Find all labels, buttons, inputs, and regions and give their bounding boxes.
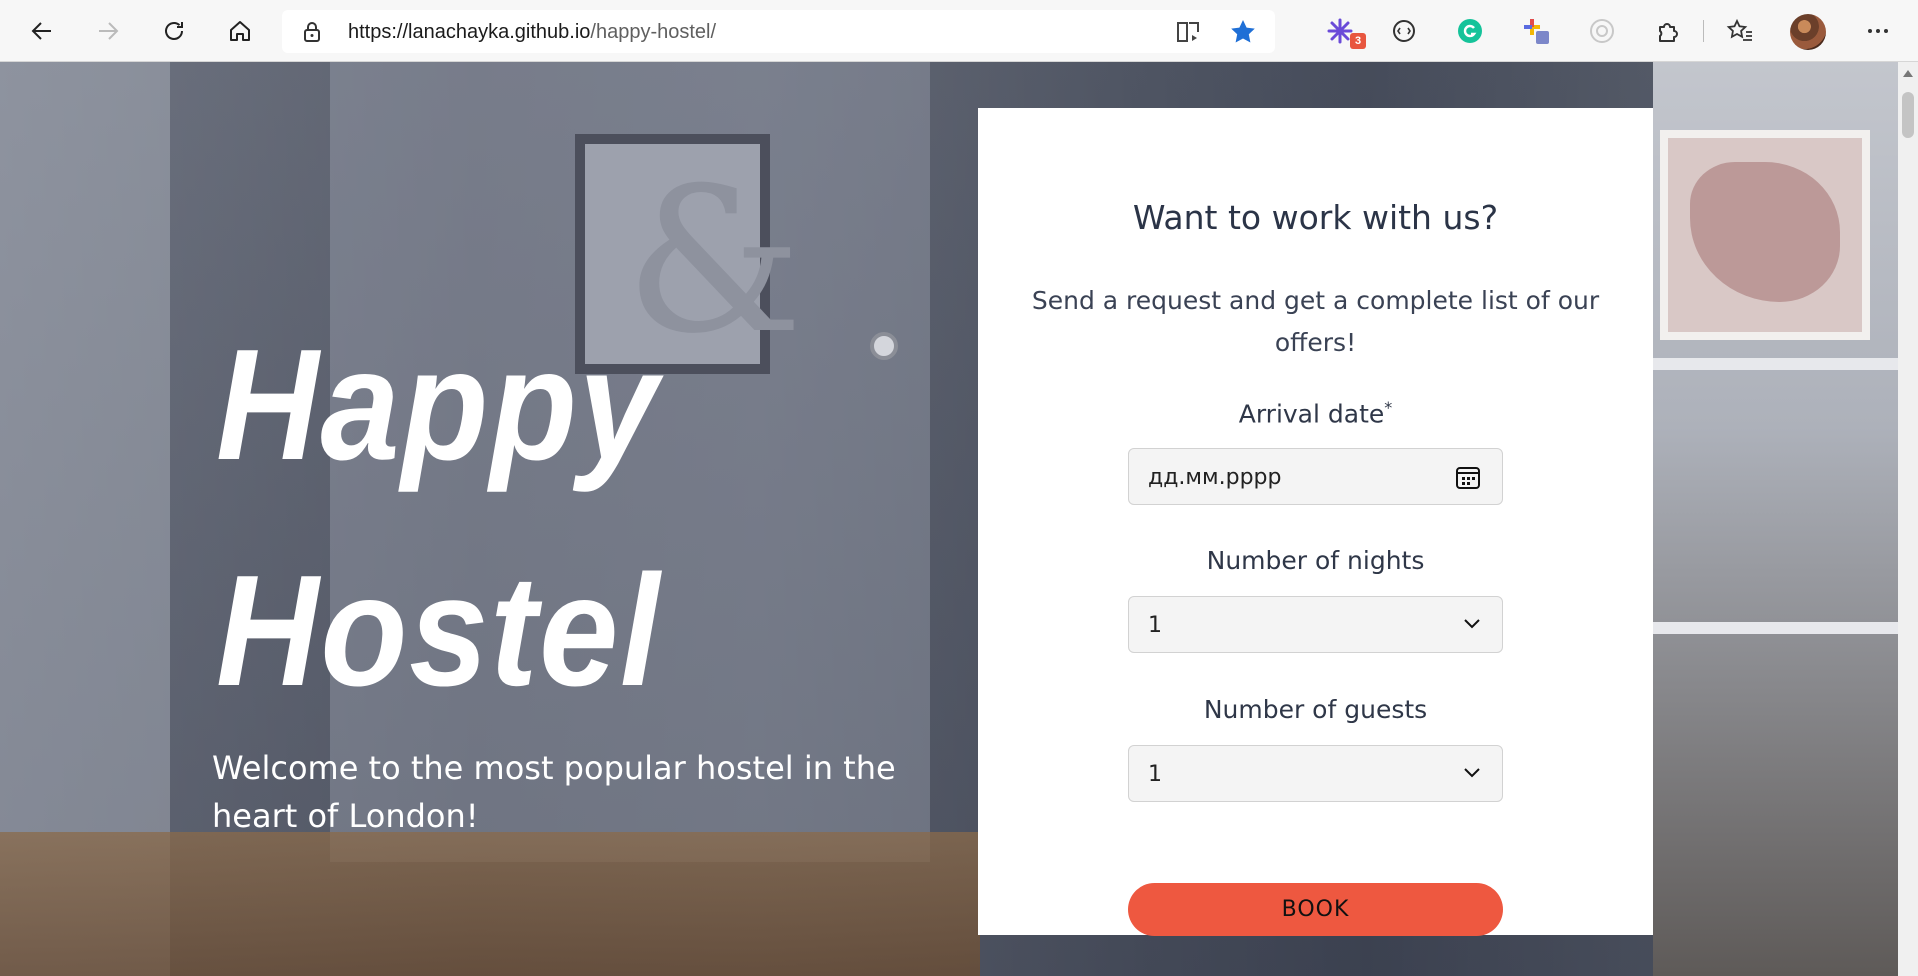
url-domain: https://lanachayka.github.io [348, 21, 591, 43]
favorite-star-icon[interactable] [1229, 18, 1257, 46]
forward-icon [99, 22, 119, 40]
scrollbar-thumb[interactable] [1902, 92, 1914, 138]
extension-color-icon [1524, 19, 1549, 44]
extension-gray-button[interactable] [1582, 11, 1622, 51]
back-icon [31, 22, 51, 40]
hero-title-line2: Hostel [216, 543, 662, 719]
arrival-date-input[interactable]: дд.мм.рррр [1128, 448, 1503, 505]
back-button[interactable] [22, 11, 62, 51]
favorites-button[interactable] [1720, 11, 1760, 51]
favorites-icon [1726, 18, 1752, 41]
home-icon [230, 21, 250, 41]
booking-form-card: Want to work with us? Send a request and… [978, 108, 1653, 936]
extension-gray-icon [1590, 19, 1614, 43]
extension-color-button[interactable] [1516, 11, 1556, 51]
lock-icon[interactable] [302, 21, 322, 43]
hero-background-shelf [1653, 622, 1898, 634]
nights-selected-value: 1 [1148, 613, 1162, 638]
required-mark: * [1384, 398, 1393, 417]
book-button[interactable]: BOOK [1128, 883, 1503, 936]
arrival-date-label-text: Arrival date [1238, 399, 1385, 429]
profile-avatar[interactable] [1790, 14, 1826, 50]
refresh-icon [165, 22, 183, 40]
arrival-date-placeholder: дд.мм.рррр [1148, 465, 1282, 490]
form-heading: Want to work with us? [1132, 198, 1499, 237]
guests-select[interactable]: 1 [1128, 745, 1503, 802]
extension-circle-button[interactable] [1384, 11, 1424, 51]
chevron-down-icon [1462, 617, 1482, 636]
guests-label: Number of guests [1203, 695, 1428, 724]
nights-select[interactable]: 1 [1128, 596, 1503, 653]
scroll-up-arrow-icon[interactable] [1903, 70, 1913, 77]
hero-background-shelf [1653, 358, 1898, 370]
more-menu-icon [1868, 29, 1888, 33]
grammarly-button[interactable] [1450, 11, 1490, 51]
chevron-down-icon [1462, 766, 1482, 785]
forward-button[interactable] [88, 11, 128, 51]
home-button[interactable] [220, 11, 260, 51]
hero-background-doorknob [870, 332, 898, 360]
toolbar-separator [1703, 20, 1704, 42]
guests-selected-value: 1 [1148, 762, 1162, 787]
page-viewport: & Happy Hostel Welcome to the most popul… [0, 62, 1898, 976]
nights-label: Number of nights [1206, 546, 1425, 575]
grammarly-icon [1458, 19, 1482, 43]
more-menu-button[interactable] [1858, 11, 1898, 51]
url-path: /happy-hostel/ [590, 21, 717, 43]
extension-count-badge: 3 [1350, 33, 1366, 49]
browser-toolbar: https://lanachayka.github.io/happy-hoste… [0, 0, 1918, 62]
extensions-puzzle-icon [1659, 23, 1678, 42]
hero-subtitle: Welcome to the most popular hostel in th… [212, 749, 896, 835]
hero-title-line1: Happy [216, 317, 660, 493]
form-lead: Send a request and get a complete list o… [1031, 286, 1600, 357]
refresh-button[interactable] [154, 11, 194, 51]
hero-title: Happy Hostel [216, 292, 661, 744]
arrival-date-label: Arrival date* [978, 398, 1653, 428]
page-scrollbar[interactable] [1898, 62, 1918, 976]
address-bar[interactable]: https://lanachayka.github.io/happy-hoste… [282, 10, 1275, 53]
immersive-reader-icon[interactable] [1175, 19, 1203, 45]
extension-circle-icon [1393, 20, 1415, 42]
hero-background-floor [0, 832, 980, 976]
extension-badge-button[interactable]: 3 [1320, 11, 1366, 51]
extensions-button[interactable] [1648, 11, 1688, 51]
calendar-icon[interactable] [1454, 463, 1482, 496]
url-text[interactable]: https://lanachayka.github.io/happy-hoste… [348, 21, 716, 44]
